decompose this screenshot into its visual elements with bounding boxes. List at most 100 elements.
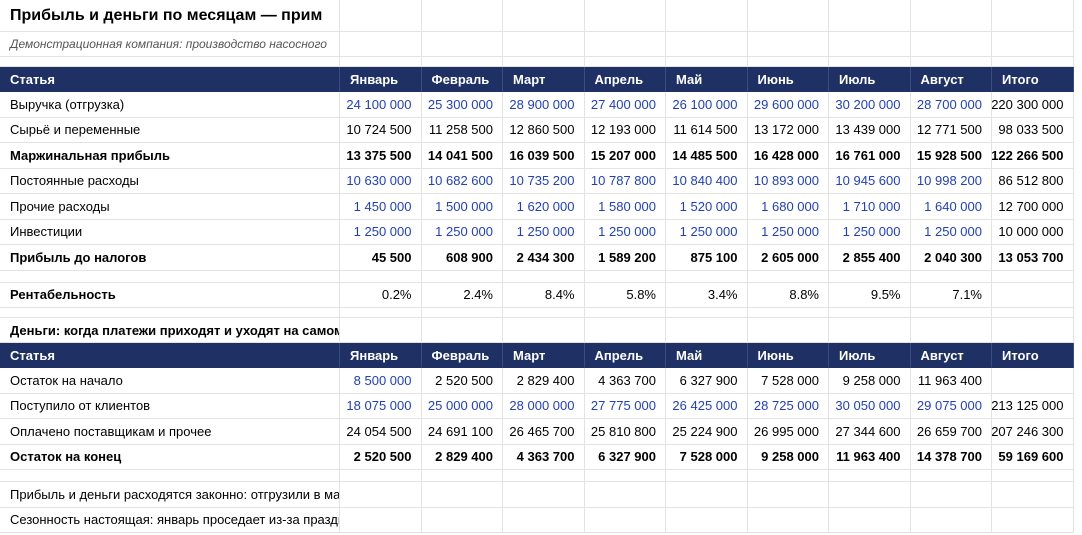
- cell-empty[interactable]: [340, 0, 422, 32]
- column-header[interactable]: Март: [503, 67, 585, 92]
- cell-empty[interactable]: [503, 482, 585, 508]
- value-cell[interactable]: 1 620 000: [503, 194, 585, 220]
- row-label[interactable]: Оплачено поставщикам и прочее: [0, 419, 340, 445]
- cell-empty[interactable]: [829, 470, 911, 482]
- value-cell[interactable]: 15 928 500: [910, 143, 992, 169]
- cell-empty[interactable]: [910, 507, 992, 533]
- column-header[interactable]: Апрель: [584, 343, 666, 368]
- column-header[interactable]: Май: [666, 343, 748, 368]
- value-cell[interactable]: 27 775 000: [584, 393, 666, 419]
- cell-empty[interactable]: [666, 270, 748, 283]
- cell-empty[interactable]: [421, 318, 503, 343]
- value-cell[interactable]: 10 840 400: [666, 168, 748, 194]
- cell-empty[interactable]: [584, 57, 666, 67]
- total-cell[interactable]: 13 053 700: [992, 245, 1074, 271]
- cell-empty[interactable]: [829, 482, 911, 508]
- column-header[interactable]: Апрель: [584, 67, 666, 92]
- cell-empty[interactable]: [747, 318, 829, 343]
- cell-empty[interactable]: [584, 32, 666, 57]
- cell-empty[interactable]: [340, 32, 422, 57]
- cell-empty[interactable]: [503, 507, 585, 533]
- value-cell[interactable]: 1 580 000: [584, 194, 666, 220]
- column-header[interactable]: Январь: [340, 67, 422, 92]
- cell-empty[interactable]: [584, 270, 666, 283]
- cell-empty[interactable]: [829, 32, 911, 57]
- value-cell[interactable]: 16 428 000: [747, 143, 829, 169]
- row-label[interactable]: Прочие расходы: [0, 194, 340, 220]
- value-cell[interactable]: 1 250 000: [340, 219, 422, 245]
- value-cell[interactable]: 5.8%: [584, 282, 666, 308]
- cell-empty[interactable]: [829, 57, 911, 67]
- value-cell[interactable]: 2 829 400: [503, 368, 585, 394]
- cell-empty[interactable]: [421, 57, 503, 67]
- value-cell[interactable]: 12 193 000: [584, 117, 666, 143]
- total-cell[interactable]: 10 000 000: [992, 219, 1074, 245]
- value-cell[interactable]: 1 250 000: [503, 219, 585, 245]
- total-cell[interactable]: 98 033 500: [992, 117, 1074, 143]
- value-cell[interactable]: 26 100 000: [666, 92, 748, 118]
- value-cell[interactable]: 15 207 000: [584, 143, 666, 169]
- value-cell[interactable]: 11 258 500: [421, 117, 503, 143]
- value-cell[interactable]: 1 250 000: [910, 219, 992, 245]
- column-header[interactable]: Август: [910, 67, 992, 92]
- cell-empty[interactable]: [666, 57, 748, 67]
- value-cell[interactable]: 26 465 700: [503, 419, 585, 445]
- cell-empty[interactable]: [421, 482, 503, 508]
- cell-empty[interactable]: [584, 470, 666, 482]
- sheet-subtitle[interactable]: Демонстрационная компания: производство …: [0, 32, 340, 57]
- value-cell[interactable]: 2.4%: [421, 282, 503, 308]
- cell-empty[interactable]: [584, 482, 666, 508]
- cell-empty[interactable]: [503, 0, 585, 32]
- cell-empty[interactable]: [992, 0, 1074, 32]
- cash-section-title[interactable]: Деньги: когда платежи приходят и уходят …: [0, 318, 340, 343]
- value-cell[interactable]: 12 860 500: [503, 117, 585, 143]
- value-cell[interactable]: 6 327 900: [584, 444, 666, 470]
- value-cell[interactable]: 10 945 600: [829, 168, 911, 194]
- cell-empty[interactable]: [666, 470, 748, 482]
- value-cell[interactable]: 16 039 500: [503, 143, 585, 169]
- value-cell[interactable]: 2 520 500: [421, 368, 503, 394]
- value-cell[interactable]: 4 363 700: [503, 444, 585, 470]
- cell-empty[interactable]: [910, 32, 992, 57]
- value-cell[interactable]: 16 761 000: [829, 143, 911, 169]
- cell-empty[interactable]: [666, 308, 748, 318]
- value-cell[interactable]: 2 040 300: [910, 245, 992, 271]
- value-cell[interactable]: 27 344 600: [829, 419, 911, 445]
- cell-empty[interactable]: [666, 318, 748, 343]
- cell-empty[interactable]: [584, 507, 666, 533]
- total-cell[interactable]: [992, 368, 1074, 394]
- value-cell[interactable]: 1 250 000: [666, 219, 748, 245]
- value-cell[interactable]: 10 735 200: [503, 168, 585, 194]
- value-cell[interactable]: 14 041 500: [421, 143, 503, 169]
- value-cell[interactable]: 1 640 000: [910, 194, 992, 220]
- row-label[interactable]: Прибыль до налогов: [0, 245, 340, 271]
- row-label[interactable]: Инвестиции: [0, 219, 340, 245]
- cell-empty[interactable]: [747, 57, 829, 67]
- value-cell[interactable]: 10 630 000: [340, 168, 422, 194]
- row-label[interactable]: Рентабельность: [0, 282, 340, 308]
- value-cell[interactable]: 875 100: [666, 245, 748, 271]
- value-cell[interactable]: 11 614 500: [666, 117, 748, 143]
- cell-empty[interactable]: [503, 270, 585, 283]
- value-cell[interactable]: 28 725 000: [747, 393, 829, 419]
- total-cell[interactable]: 220 300 000: [992, 92, 1074, 118]
- value-cell[interactable]: 13 172 000: [747, 117, 829, 143]
- cell-empty[interactable]: [340, 470, 422, 482]
- cell-empty[interactable]: [992, 507, 1074, 533]
- value-cell[interactable]: 8.8%: [747, 282, 829, 308]
- value-cell[interactable]: 4 363 700: [584, 368, 666, 394]
- value-cell[interactable]: 8.4%: [503, 282, 585, 308]
- cell-empty[interactable]: [747, 270, 829, 283]
- cell-empty[interactable]: [747, 308, 829, 318]
- value-cell[interactable]: 26 659 700: [910, 419, 992, 445]
- cell-empty[interactable]: [829, 507, 911, 533]
- total-cell[interactable]: 12 700 000: [992, 194, 1074, 220]
- note-text[interactable]: Прибыль и деньги расходятся законно: отг…: [0, 482, 340, 508]
- value-cell[interactable]: 1 500 000: [421, 194, 503, 220]
- cell-empty[interactable]: [340, 270, 422, 283]
- cell-empty[interactable]: [0, 308, 340, 318]
- row-label[interactable]: Поступило от клиентов: [0, 393, 340, 419]
- value-cell[interactable]: 13 439 000: [829, 117, 911, 143]
- value-cell[interactable]: 1 589 200: [584, 245, 666, 271]
- cell-empty[interactable]: [747, 470, 829, 482]
